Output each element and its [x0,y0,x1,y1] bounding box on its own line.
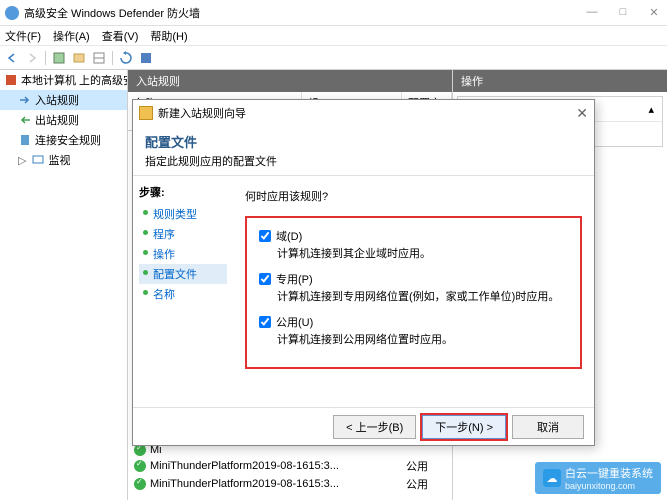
dialog-footer: < 上一步(B) 下一步(N) > 取消 [133,407,594,445]
profile-option: 专用(P) 计算机连接到专用网络位置(例如，家或工作单位)时应用。 [259,271,568,304]
sidebar-item-outbound[interactable]: 出站规则 [0,110,127,130]
enabled-icon [134,460,146,472]
sidebar: 本地计算机 上的高级安全 Win 入站规则 出站规则 连接安全规则 ▷ 监视 [0,70,128,500]
wizard-step[interactable]: 配置文件 [139,264,227,284]
profile-description: 计算机连接到专用网络位置(例如，家或工作单位)时应用。 [277,288,568,304]
sidebar-label-inbound: 入站规则 [35,92,79,108]
rule-profile: 公用 [406,458,446,474]
window-title: 高级安全 Windows Defender 防火墙 [24,5,584,21]
wizard-step[interactable]: 操作 [139,244,227,264]
app-icon [5,6,19,20]
options-highlight-box: 域(D) 计算机连接到其企业域时应用。 专用(P) 计算机连接到专用网络位置(例… [245,216,582,369]
steps-title: 步骤: [139,184,227,200]
sidebar-item-inbound[interactable]: 入站规则 [0,90,127,110]
back-button[interactable]: < 上一步(B) [333,415,416,439]
sidebar-item-monitor[interactable]: ▷ 监视 [0,150,127,170]
watermark-text: 白云一键重装系统 [565,465,653,481]
profile-label: 专用(P) [276,271,313,287]
enabled-icon [134,478,146,490]
maximize-button[interactable]: □ [615,6,631,19]
forward-icon[interactable] [23,49,41,67]
watermark-icon: ☁ [543,469,561,487]
watermark-url: baiyunxitong.com [565,481,653,491]
rule-row[interactable]: MiniThunderPlatform2019-08-1615:3... 公用 [128,457,452,475]
dialog-question: 何时应用该规则? [245,188,582,204]
wizard-step[interactable]: 名称 [139,284,227,304]
profile-checkbox[interactable] [259,230,271,242]
dialog-close-button[interactable]: ✕ [576,105,588,122]
sidebar-label-monitor: 监视 [48,152,70,168]
profile-checkbox[interactable] [259,273,271,285]
menu-file[interactable]: 文件(F) [5,28,41,44]
menu-help[interactable]: 帮助(H) [150,28,187,44]
titlebar: 高级安全 Windows Defender 防火墙 — □ ✕ [0,0,667,26]
rule-row[interactable]: MiniThunderPlatform2019-08-1615:3... 公用 [128,475,452,493]
tree-root[interactable]: 本地计算机 上的高级安全 Win [0,70,127,90]
profile-checkbox[interactable] [259,316,271,328]
tool-icon-1[interactable] [50,49,68,67]
collapse-icon[interactable]: ▴ [648,103,654,116]
tool-icon-4[interactable] [137,49,155,67]
rule-profile: 公用 [406,476,446,492]
new-rule-wizard-dialog: 新建入站规则向导 ✕ 配置文件 指定此规则应用的配置文件 步骤: 规则类型程序操… [132,99,595,446]
outbound-icon [18,113,32,127]
sidebar-label-outbound: 出站规则 [35,112,79,128]
dialog-header-subtitle: 指定此规则应用的配置文件 [145,153,582,169]
menu-view[interactable]: 查看(V) [102,28,139,44]
dialog-header-title: 配置文件 [145,132,582,151]
tool-icon-2[interactable] [70,49,88,67]
profile-option: 公用(U) 计算机连接到公用网络位置时应用。 [259,314,568,347]
profile-label: 域(D) [276,228,302,244]
wizard-step[interactable]: 程序 [139,224,227,244]
wizard-icon [139,106,153,120]
back-icon[interactable] [3,49,21,67]
sidebar-item-security[interactable]: 连接安全规则 [0,130,127,150]
minimize-button[interactable]: — [584,6,600,19]
dialog-header: 配置文件 指定此规则应用的配置文件 [133,126,594,175]
dialog-content: 何时应用该规则? 域(D) 计算机连接到其企业域时应用。 专用(P) 计算机连接… [233,176,594,407]
watermark: ☁ 白云一键重装系统 baiyunxitong.com [535,462,661,494]
profile-description: 计算机连接到其企业域时应用。 [277,245,568,261]
close-button[interactable]: ✕ [646,6,662,19]
toolbar [0,46,667,70]
cancel-button[interactable]: 取消 [512,415,584,439]
center-header: 入站规则 [128,70,452,92]
firewall-icon [4,73,18,87]
profile-option: 域(D) 计算机连接到其企业域时应用。 [259,228,568,261]
tool-icon-3[interactable] [90,49,108,67]
monitor-icon [31,153,45,167]
wizard-step[interactable]: 规则类型 [139,204,227,224]
menubar: 文件(F) 操作(A) 查看(V) 帮助(H) [0,26,667,46]
next-button[interactable]: 下一步(N) > [422,415,506,439]
profile-description: 计算机连接到公用网络位置时应用。 [277,331,568,347]
dialog-titlebar: 新建入站规则向导 ✕ [133,100,594,126]
actions-header: 操作 [453,70,667,92]
rule-name: MiniThunderPlatform2019-08-1615:3... [150,478,402,490]
sidebar-label-security: 连接安全规则 [35,132,101,148]
rule-name: MiniThunderPlatform2019-08-1615:3... [150,460,402,472]
tree-root-label: 本地计算机 上的高级安全 Win [21,72,128,88]
dialog-title-text: 新建入站规则向导 [158,105,246,121]
security-icon [18,133,32,147]
profile-label: 公用(U) [276,314,313,330]
refresh-icon[interactable] [117,49,135,67]
menu-action[interactable]: 操作(A) [53,28,90,44]
dialog-steps: 步骤: 规则类型程序操作配置文件名称 [133,176,233,407]
inbound-icon [18,93,32,107]
